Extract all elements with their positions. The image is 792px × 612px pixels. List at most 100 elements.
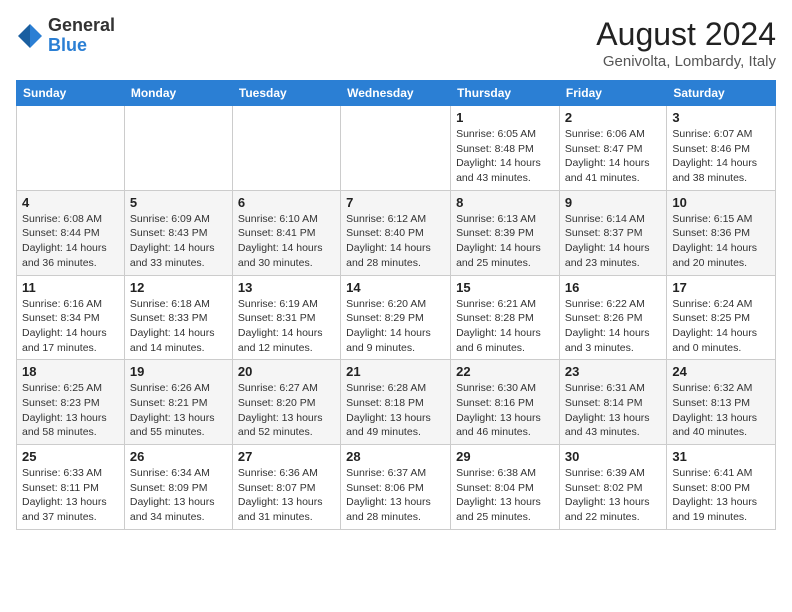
day-info: Sunrise: 6:09 AMSunset: 8:43 PMDaylight:… bbox=[130, 212, 227, 271]
day-number: 17 bbox=[672, 280, 770, 295]
header-row: Sunday Monday Tuesday Wednesday Thursday… bbox=[17, 81, 776, 106]
day-number: 30 bbox=[565, 449, 661, 464]
day-number: 28 bbox=[346, 449, 445, 464]
calendar-cell: 1Sunrise: 6:05 AMSunset: 8:48 PMDaylight… bbox=[451, 106, 560, 191]
day-number: 11 bbox=[22, 280, 119, 295]
day-info: Sunrise: 6:36 AMSunset: 8:07 PMDaylight:… bbox=[238, 466, 335, 525]
day-info: Sunrise: 6:05 AMSunset: 8:48 PMDaylight:… bbox=[456, 127, 554, 186]
calendar-cell: 31Sunrise: 6:41 AMSunset: 8:00 PMDayligh… bbox=[667, 445, 776, 530]
day-number: 21 bbox=[346, 364, 445, 379]
logo-general: General bbox=[48, 15, 115, 35]
calendar-cell bbox=[341, 106, 451, 191]
day-number: 5 bbox=[130, 195, 227, 210]
day-number: 26 bbox=[130, 449, 227, 464]
day-info: Sunrise: 6:27 AMSunset: 8:20 PMDaylight:… bbox=[238, 381, 335, 440]
calendar-cell: 14 Sunrise: 6:20 AMSunset: 8:29 PMDayligh… bbox=[341, 275, 451, 360]
day-number: 29 bbox=[456, 449, 554, 464]
col-tuesday: Tuesday bbox=[232, 81, 340, 106]
calendar-cell: 4Sunrise: 6:08 AMSunset: 8:44 PMDaylight… bbox=[17, 190, 125, 275]
col-friday: Friday bbox=[559, 81, 666, 106]
day-info: Sunrise: 6:16 AMSunset: 8:34 PMDaylight:… bbox=[22, 297, 119, 356]
page: General Blue August 2024 Genivolta, Lomb… bbox=[0, 0, 792, 540]
day-number: 24 bbox=[672, 364, 770, 379]
day-info: Sunrise: 6:28 AMSunset: 8:18 PMDaylight:… bbox=[346, 381, 445, 440]
calendar-cell: 29 Sunrise: 6:38 AMSunset: 8:04 PMDayligh… bbox=[451, 445, 560, 530]
day-number: 2 bbox=[565, 110, 661, 125]
calendar-cell: 18 Sunrise: 6:25 AMSunset: 8:23 PMDayligh… bbox=[17, 360, 125, 445]
day-info: Sunrise: 6:13 AMSunset: 8:39 PMDaylight:… bbox=[456, 212, 554, 271]
day-number: 9 bbox=[565, 195, 661, 210]
day-number: 10 bbox=[672, 195, 770, 210]
col-wednesday: Wednesday bbox=[341, 81, 451, 106]
col-sunday: Sunday bbox=[17, 81, 125, 106]
col-monday: Monday bbox=[124, 81, 232, 106]
month-title: August 2024 bbox=[596, 16, 776, 53]
calendar-cell bbox=[232, 106, 340, 191]
day-info: Sunrise: 6:34 AMSunset: 8:09 PMDaylight:… bbox=[130, 466, 227, 525]
calendar-cell: 28 Sunrise: 6:37 AMSunset: 8:06 PMDayligh… bbox=[341, 445, 451, 530]
day-info: Sunrise: 6:14 AMSunset: 8:37 PMDaylight:… bbox=[565, 212, 661, 271]
calendar-cell: 12Sunrise: 6:18 AMSunset: 8:33 PMDayligh… bbox=[124, 275, 232, 360]
day-number: 18 bbox=[22, 364, 119, 379]
day-info: Sunrise: 6:21 AMSunset: 8:28 PMDaylight:… bbox=[456, 297, 554, 356]
calendar-cell: 27 Sunrise: 6:36 AMSunset: 8:07 PMDayligh… bbox=[232, 445, 340, 530]
header: General Blue August 2024 Genivolta, Lomb… bbox=[16, 16, 776, 70]
calendar-cell: 5 Sunrise: 6:09 AMSunset: 8:43 PMDaylight… bbox=[124, 190, 232, 275]
day-number: 7 bbox=[346, 195, 445, 210]
col-saturday: Saturday bbox=[667, 81, 776, 106]
day-info: Sunrise: 6:24 AMSunset: 8:25 PMDaylight:… bbox=[672, 297, 770, 356]
calendar-cell bbox=[17, 106, 125, 191]
day-info: Sunrise: 6:15 AMSunset: 8:36 PMDaylight:… bbox=[672, 212, 770, 271]
calendar-cell: 13Sunrise: 6:19 AMSunset: 8:31 PMDayligh… bbox=[232, 275, 340, 360]
day-number: 27 bbox=[238, 449, 335, 464]
day-info: Sunrise: 6:32 AMSunset: 8:13 PMDaylight:… bbox=[672, 381, 770, 440]
calendar-cell bbox=[124, 106, 232, 191]
day-info: Sunrise: 6:12 AMSunset: 8:40 PMDaylight:… bbox=[346, 212, 445, 271]
calendar-cell: 17 Sunrise: 6:24 AMSunset: 8:25 PMDayligh… bbox=[667, 275, 776, 360]
day-number: 15 bbox=[456, 280, 554, 295]
day-info: Sunrise: 6:38 AMSunset: 8:04 PMDaylight:… bbox=[456, 466, 554, 525]
logo: General Blue bbox=[16, 16, 115, 56]
day-number: 19 bbox=[130, 364, 227, 379]
day-info: Sunrise: 6:30 AMSunset: 8:16 PMDaylight:… bbox=[456, 381, 554, 440]
calendar-cell: 6Sunrise: 6:10 AMSunset: 8:41 PMDaylight… bbox=[232, 190, 340, 275]
calendar-cell: 7 Sunrise: 6:12 AMSunset: 8:40 PMDaylight… bbox=[341, 190, 451, 275]
calendar-cell: 3 Sunrise: 6:07 AMSunset: 8:46 PMDaylight… bbox=[667, 106, 776, 191]
logo-text: General Blue bbox=[48, 16, 115, 56]
calendar-cell: 8Sunrise: 6:13 AMSunset: 8:39 PMDaylight… bbox=[451, 190, 560, 275]
title-block: August 2024 Genivolta, Lombardy, Italy bbox=[596, 16, 776, 70]
logo-blue: Blue bbox=[48, 35, 87, 55]
day-number: 12 bbox=[130, 280, 227, 295]
calendar-week-1: 1Sunrise: 6:05 AMSunset: 8:48 PMDaylight… bbox=[17, 106, 776, 191]
calendar-cell: 24 Sunrise: 6:32 AMSunset: 8:13 PMDayligh… bbox=[667, 360, 776, 445]
day-info: Sunrise: 6:33 AMSunset: 8:11 PMDaylight:… bbox=[22, 466, 119, 525]
calendar-cell: 20Sunrise: 6:27 AMSunset: 8:20 PMDayligh… bbox=[232, 360, 340, 445]
calendar-cell: 15 Sunrise: 6:21 AMSunset: 8:28 PMDayligh… bbox=[451, 275, 560, 360]
day-info: Sunrise: 6:39 AMSunset: 8:02 PMDaylight:… bbox=[565, 466, 661, 525]
location: Genivolta, Lombardy, Italy bbox=[596, 53, 776, 70]
day-info: Sunrise: 6:07 AMSunset: 8:46 PMDaylight:… bbox=[672, 127, 770, 186]
calendar-cell: 10 Sunrise: 6:15 AMSunset: 8:36 PMDayligh… bbox=[667, 190, 776, 275]
calendar-cell: 22Sunrise: 6:30 AMSunset: 8:16 PMDayligh… bbox=[451, 360, 560, 445]
calendar-week-5: 25 Sunrise: 6:33 AMSunset: 8:11 PMDayligh… bbox=[17, 445, 776, 530]
day-number: 25 bbox=[22, 449, 119, 464]
calendar-cell: 26 Sunrise: 6:34 AMSunset: 8:09 PMDayligh… bbox=[124, 445, 232, 530]
day-info: Sunrise: 6:31 AMSunset: 8:14 PMDaylight:… bbox=[565, 381, 661, 440]
day-info: Sunrise: 6:22 AMSunset: 8:26 PMDaylight:… bbox=[565, 297, 661, 356]
day-number: 14 bbox=[346, 280, 445, 295]
day-number: 3 bbox=[672, 110, 770, 125]
calendar-week-3: 11 Sunrise: 6:16 AMSunset: 8:34 PMDayligh… bbox=[17, 275, 776, 360]
calendar-table: Sunday Monday Tuesday Wednesday Thursday… bbox=[16, 80, 776, 530]
day-info: Sunrise: 6:37 AMSunset: 8:06 PMDaylight:… bbox=[346, 466, 445, 525]
day-info: Sunrise: 6:19 AMSunset: 8:31 PMDaylight:… bbox=[238, 297, 335, 356]
day-number: 6 bbox=[238, 195, 335, 210]
day-number: 16 bbox=[565, 280, 661, 295]
calendar-week-2: 4Sunrise: 6:08 AMSunset: 8:44 PMDaylight… bbox=[17, 190, 776, 275]
calendar-cell: 25 Sunrise: 6:33 AMSunset: 8:11 PMDayligh… bbox=[17, 445, 125, 530]
logo-icon bbox=[16, 22, 44, 50]
col-thursday: Thursday bbox=[451, 81, 560, 106]
day-info: Sunrise: 6:25 AMSunset: 8:23 PMDaylight:… bbox=[22, 381, 119, 440]
day-info: Sunrise: 6:20 AMSunset: 8:29 PMDaylight:… bbox=[346, 297, 445, 356]
day-info: Sunrise: 6:41 AMSunset: 8:00 PMDaylight:… bbox=[672, 466, 770, 525]
day-info: Sunrise: 6:06 AMSunset: 8:47 PMDaylight:… bbox=[565, 127, 661, 186]
